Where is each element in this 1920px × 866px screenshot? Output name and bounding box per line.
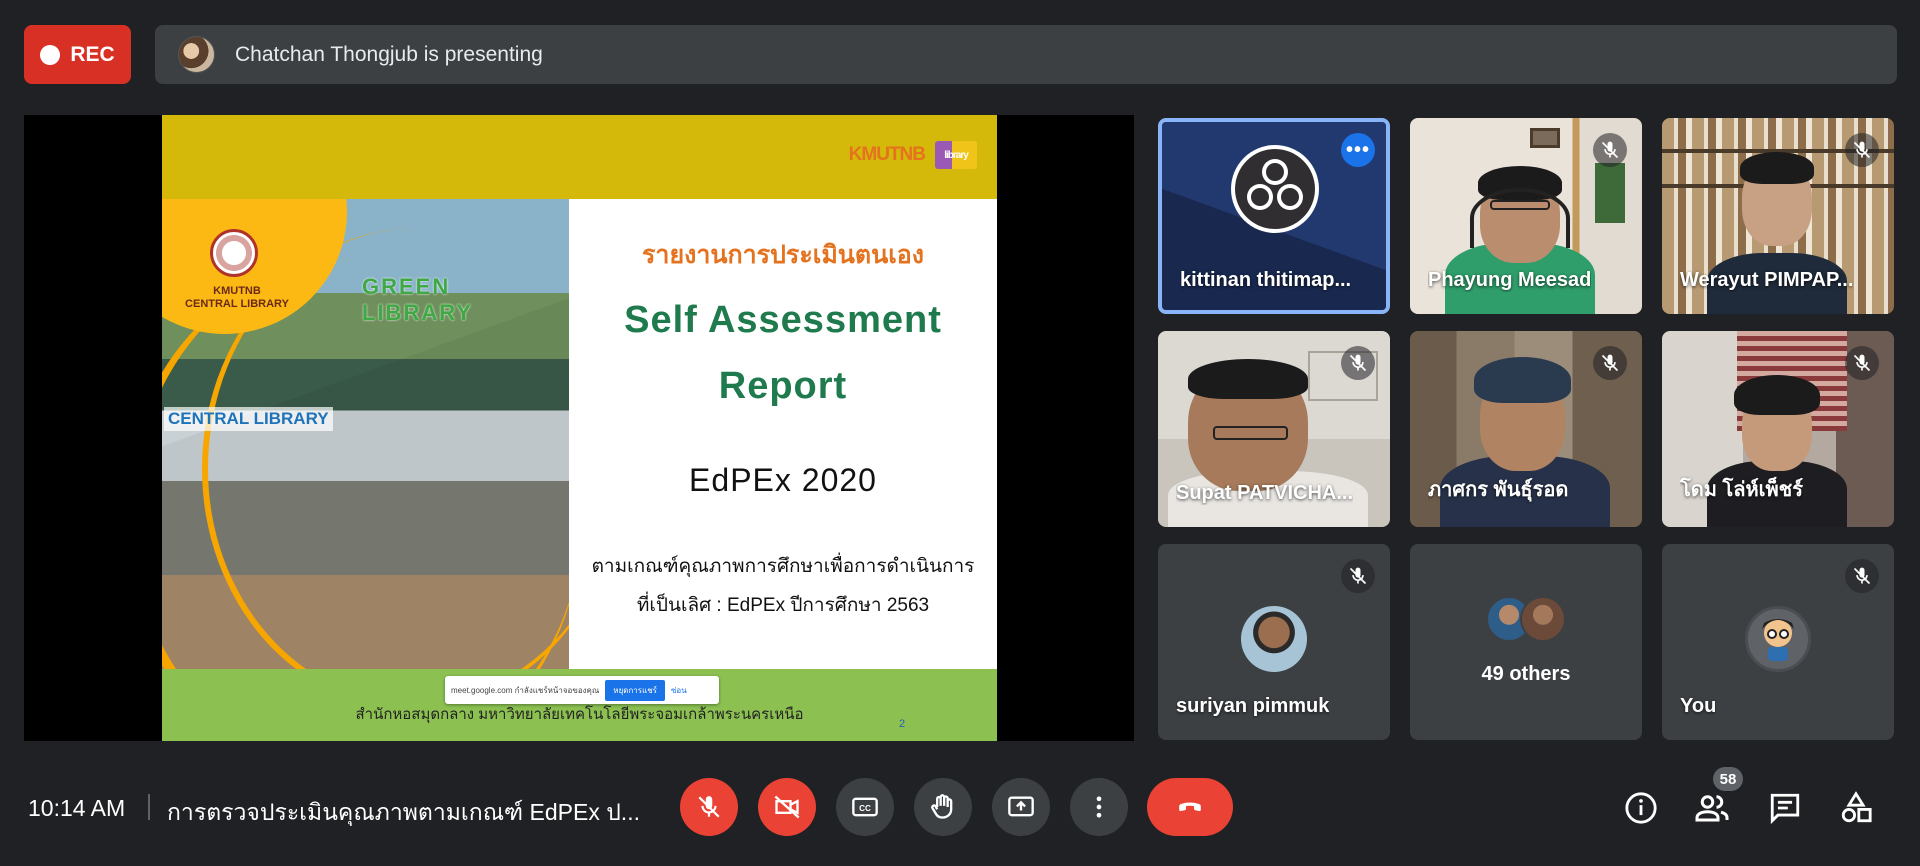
captions-button[interactable]: CC [836, 778, 894, 836]
participant-name: kittinan thitimap... [1180, 269, 1352, 291]
activities-icon [1841, 791, 1872, 823]
participant-name: ภาศกร พันธุ์รอด [1428, 479, 1569, 501]
mic-off-icon [1845, 559, 1879, 593]
present-screen-button[interactable] [992, 778, 1050, 836]
chat-button[interactable] [1765, 788, 1805, 828]
presenter-banner: Chatchan Thongjub is presenting [155, 25, 1897, 84]
library-logo: library [935, 141, 977, 169]
slide-logo: KMUTNB library [849, 141, 977, 169]
chat-icon [1770, 793, 1800, 825]
participant-avatar [1520, 596, 1566, 642]
info-icon [1625, 792, 1657, 824]
obs-logo-icon [1231, 145, 1319, 233]
screen-share-notice: meet.google.com กำลังแชร์หน้าจอของคุณ หย… [445, 676, 719, 704]
central-library-sign: CENTRAL LIBRARY [164, 407, 333, 431]
presenter-text: Chatchan Thongjub is presenting [235, 42, 543, 66]
green-library-sign: GREEN LIBRARY [362, 274, 473, 325]
meeting-clock: 10:14 AM [28, 795, 126, 821]
hang-up-icon [1179, 802, 1201, 812]
mic-off-icon [1593, 133, 1627, 167]
svg-text:CC: CC [859, 804, 871, 813]
slide-photo-panel: KMUTNB CENTRAL LIBRARY GREEN LIBRARY CEN… [162, 199, 569, 669]
participant-tile[interactable]: Supat PATVICHA... [1158, 331, 1390, 527]
camera-off-icon [774, 795, 800, 819]
participant-name: Supat PATVICHA... [1176, 482, 1354, 504]
recording-indicator[interactable]: REC [24, 25, 131, 84]
presenter-avatar [178, 36, 215, 73]
shared-screen[interactable]: KMUTNB library KMUTNB CENTRAL LIBRARY GR… [24, 115, 1134, 741]
seal-caption: KMUTNB CENTRAL LIBRARY [185, 285, 289, 310]
participant-tile[interactable]: ภาศกร พันธุ์รอด [1410, 331, 1642, 527]
mic-off-icon [1341, 346, 1375, 380]
more-vert-icon [1096, 796, 1102, 818]
slide-subtitle: ตามเกณฑ์คุณภาพการศึกษาเพื่อการดำเนินการ … [591, 556, 975, 616]
participant-name: Werayut PIMPAP... [1680, 269, 1854, 291]
leave-call-button[interactable] [1147, 778, 1233, 836]
people-button[interactable] [1692, 788, 1732, 828]
mic-off-icon [1341, 559, 1375, 593]
self-avatar [1745, 606, 1811, 672]
participant-tile[interactable]: suriyan pimmuk [1158, 544, 1390, 740]
slide-edpex-label: EdPEx 2020 [689, 462, 877, 498]
present-icon [1008, 796, 1034, 817]
record-dot-icon [40, 44, 61, 65]
mic-off-icon [698, 796, 720, 818]
participant-count-badge: 58 [1713, 767, 1743, 791]
hide-notice-button[interactable]: ซ่อน [671, 684, 687, 697]
stop-sharing-button[interactable]: หยุดการแชร์ [605, 679, 665, 701]
slide-footer-text: สำนักหอสมุดกลาง มหาวิทยาลัยเทคโนโลยีพระจ… [355, 706, 804, 723]
mic-off-icon [1593, 346, 1627, 380]
participant-tile[interactable]: โดม โล่ห์เพ็ชร์ [1662, 331, 1894, 527]
presentation-slide: KMUTNB library KMUTNB CENTRAL LIBRARY GR… [162, 115, 997, 741]
kmutnb-logo-text: KMUTNB [848, 144, 926, 165]
toggle-mic-button[interactable] [680, 778, 738, 836]
self-tile[interactable]: You [1662, 544, 1894, 740]
participant-name: โดม โล่ห์เพ็ชร์ [1680, 479, 1803, 501]
more-options-button[interactable] [1070, 778, 1128, 836]
participant-tile[interactable]: Phayung Meesad [1410, 118, 1642, 314]
participant-avatar [1241, 606, 1307, 672]
activities-button[interactable] [1836, 788, 1876, 828]
cartoon-avatar-icon [1762, 619, 1794, 661]
participant-tile[interactable]: Werayut PIMPAP... [1662, 118, 1894, 314]
others-count-label: 49 others [1481, 663, 1571, 685]
meeting-details-button[interactable] [1621, 788, 1661, 828]
slide-page-number: 2 [899, 718, 906, 730]
meeting-title[interactable]: การตรวจประเมินคุณภาพตามเกณฑ์ EdPEx ป... [167, 795, 640, 831]
closed-captions-icon: CC [852, 797, 878, 817]
toggle-camera-button[interactable] [758, 778, 816, 836]
others-tile[interactable]: 49 others [1410, 544, 1642, 740]
mic-off-icon [1845, 133, 1879, 167]
bar-divider [148, 794, 150, 820]
raise-hand-button[interactable] [914, 778, 972, 836]
more-options-button[interactable]: ••• [1341, 133, 1375, 167]
share-notice-text: meet.google.com กำลังแชร์หน้าจอของคุณ [451, 685, 600, 695]
kmutnb-seal-icon [210, 229, 258, 277]
participant-name: You [1680, 695, 1717, 717]
mic-off-icon [1845, 346, 1879, 380]
participant-name: Phayung Meesad [1428, 269, 1592, 291]
slide-title-english: Self Assessment Report [624, 299, 942, 407]
headset [1470, 188, 1570, 248]
people-icon [1695, 795, 1729, 822]
slide-title-thai: รายงานการประเมินตนเอง [642, 241, 924, 269]
recording-label: REC [70, 42, 115, 66]
participant-name: suriyan pimmuk [1176, 695, 1330, 717]
hand-icon [931, 794, 953, 819]
participant-tile[interactable]: ••• kittinan thitimap... [1158, 118, 1390, 314]
